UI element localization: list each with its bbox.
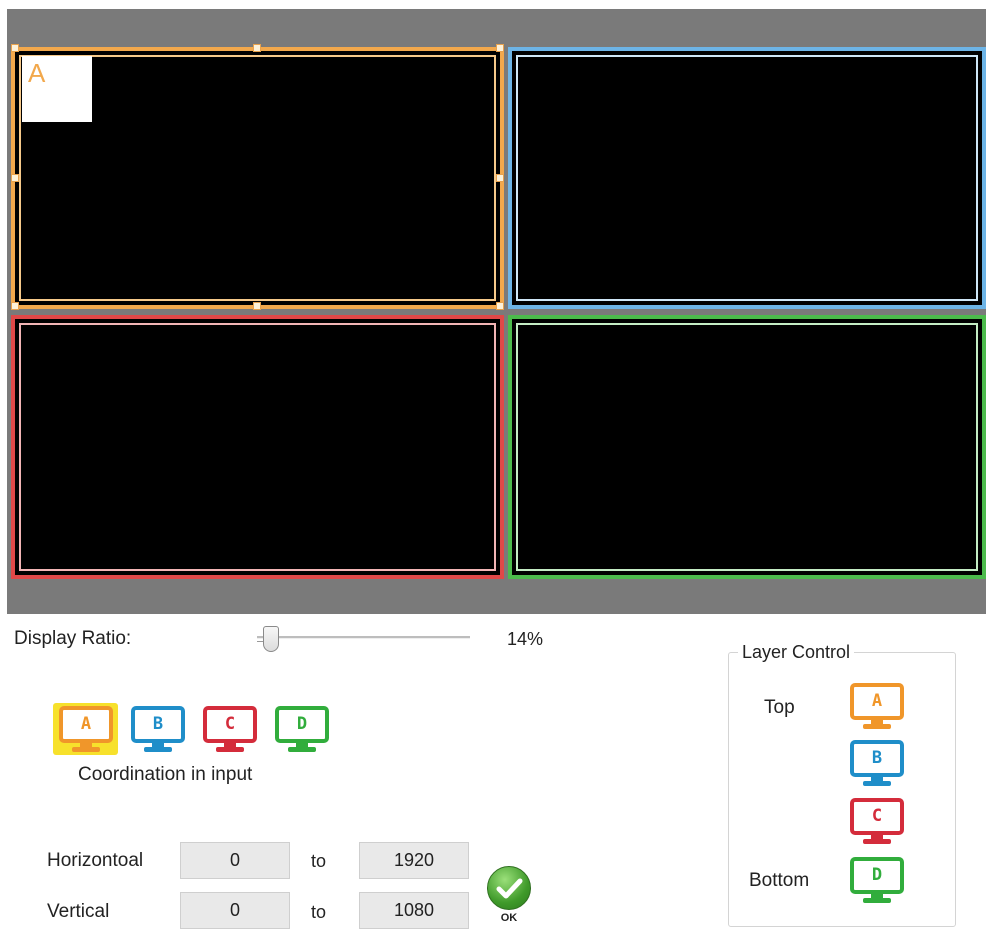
monitor-base [863, 839, 891, 844]
layer-b-letter: B [871, 748, 883, 768]
preview-canvas: A [7, 9, 986, 614]
layer-c-letter: C [871, 806, 883, 826]
window-a[interactable]: A [11, 47, 504, 309]
window-a-label: A [22, 56, 92, 122]
vertical-to-field[interactable] [359, 892, 469, 929]
monitor-base [144, 747, 172, 752]
coordination-caption: Coordination in input [78, 764, 253, 785]
display-ratio-label: Display Ratio: [14, 628, 132, 649]
horizontal-from-field[interactable] [180, 842, 290, 879]
window-d-inner-border [516, 323, 978, 571]
input-c-letter: C [224, 714, 236, 734]
horizontal-label: Horizontoal [47, 850, 144, 871]
monitor-base [288, 747, 316, 752]
window-c[interactable] [11, 315, 504, 579]
resize-handle-ne[interactable] [496, 44, 504, 52]
layer-bottom-label: Bottom [749, 870, 810, 891]
layer-a-letter: A [871, 691, 883, 711]
ok-button[interactable]: OK [487, 866, 531, 926]
resize-handle-w[interactable] [11, 174, 19, 182]
vertical-label: Vertical [47, 901, 110, 922]
vertical-to-label: to [311, 902, 327, 922]
input-b-letter: B [152, 714, 164, 734]
monitor-base [216, 747, 244, 752]
vertical-from-field[interactable] [180, 892, 290, 929]
resize-handle-nw[interactable] [11, 44, 19, 52]
checkmark-icon [496, 878, 523, 899]
horizontal-to-field[interactable] [359, 842, 469, 879]
layer-d-letter: D [871, 865, 883, 885]
window-d[interactable] [508, 315, 986, 579]
ok-label: OK [500, 912, 518, 924]
window-b-inner-border [516, 55, 978, 301]
window-c-inner-border [19, 323, 496, 571]
horizontal-to-label: to [311, 851, 327, 871]
display-ratio-value: 14% [507, 629, 544, 649]
monitor-base [72, 747, 100, 752]
monitor-base [863, 781, 891, 786]
display-ratio-slider-thumb[interactable] [263, 626, 279, 652]
display-ratio-slider-track[interactable] [257, 636, 470, 639]
resize-handle-sw[interactable] [11, 302, 19, 310]
monitor-base [863, 898, 891, 903]
resize-handle-s[interactable] [253, 302, 261, 310]
resize-handle-se[interactable] [496, 302, 504, 310]
resize-handle-n[interactable] [253, 44, 261, 52]
input-d-letter: D [296, 714, 308, 734]
monitor-base [863, 724, 891, 729]
resize-handle-e[interactable] [496, 174, 504, 182]
input-a-letter: A [80, 714, 92, 734]
layer-top-label: Top [764, 697, 795, 718]
layer-control-title: Layer Control [738, 642, 855, 663]
window-b[interactable] [508, 47, 986, 309]
